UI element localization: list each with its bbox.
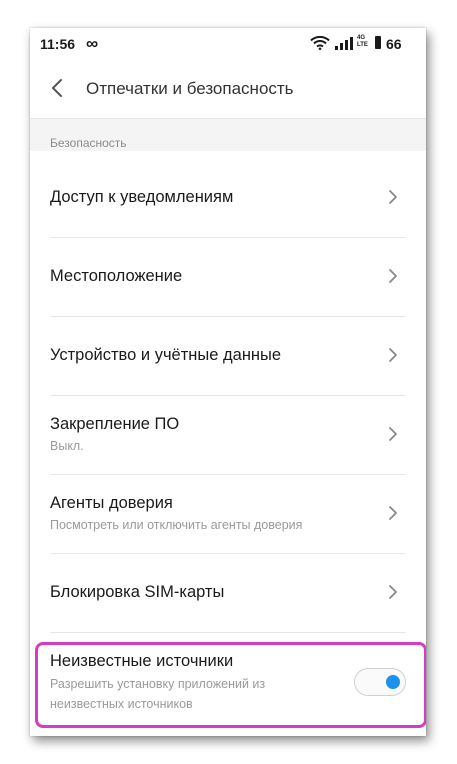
chevron-right-icon (388, 268, 398, 284)
section-label: Безопасность (50, 136, 127, 150)
settings-row-trust-agents[interactable]: Агенты доверия Посмотреть или отключить … (50, 474, 406, 554)
phone-screen: 11:56 ∞ 4G LTE 66 Отпечатки и безопаснос… (30, 28, 426, 736)
chevron-right-icon (388, 347, 398, 363)
row-label: Агенты доверия (50, 494, 173, 512)
chevron-right-icon (388, 189, 398, 205)
settings-row-screen-pinning[interactable]: Закрепление ПО Выкл. (50, 395, 406, 475)
chevron-right-icon (388, 584, 398, 600)
infinity-icon: ∞ (86, 34, 99, 53)
settings-row-sim-lock[interactable]: Блокировка SIM-карты (50, 553, 406, 633)
settings-row-notification-access[interactable]: Доступ к уведомлениям (50, 158, 406, 238)
signal-icon (335, 36, 355, 50)
app-header: Отпечатки и безопасность (30, 60, 426, 119)
row-label: Доступ к уведомлениям (50, 188, 234, 206)
highlight-frame (35, 642, 426, 728)
status-bar: 11:56 ∞ 4G LTE 66 (30, 28, 426, 60)
page-title: Отпечатки и безопасность (86, 79, 294, 98)
settings-row-device-credentials[interactable]: Устройство и учётные данные (50, 316, 406, 396)
row-label: Блокировка SIM-карты (50, 583, 225, 601)
wifi-icon (310, 35, 330, 53)
row-subtitle: Выкл. (50, 439, 84, 453)
status-time: 11:56 (40, 36, 76, 52)
chevron-right-icon (388, 505, 398, 521)
battery-percent: 66 (386, 36, 402, 52)
battery-icon (375, 36, 381, 49)
row-subtitle: Посмотреть или отключить агенты доверия (50, 518, 303, 532)
settings-row-location[interactable]: Местоположение (50, 237, 406, 317)
row-label: Устройство и учётные данные (50, 346, 282, 364)
network-type-label: 4G LTE (357, 35, 368, 48)
screenshot-stage: 11:56 ∞ 4G LTE 66 Отпечатки и безопаснос… (0, 0, 457, 764)
row-label: Закрепление ПО (50, 415, 180, 433)
chevron-right-icon (388, 426, 398, 442)
row-label: Местоположение (50, 267, 183, 285)
chevron-left-icon[interactable] (48, 74, 68, 102)
